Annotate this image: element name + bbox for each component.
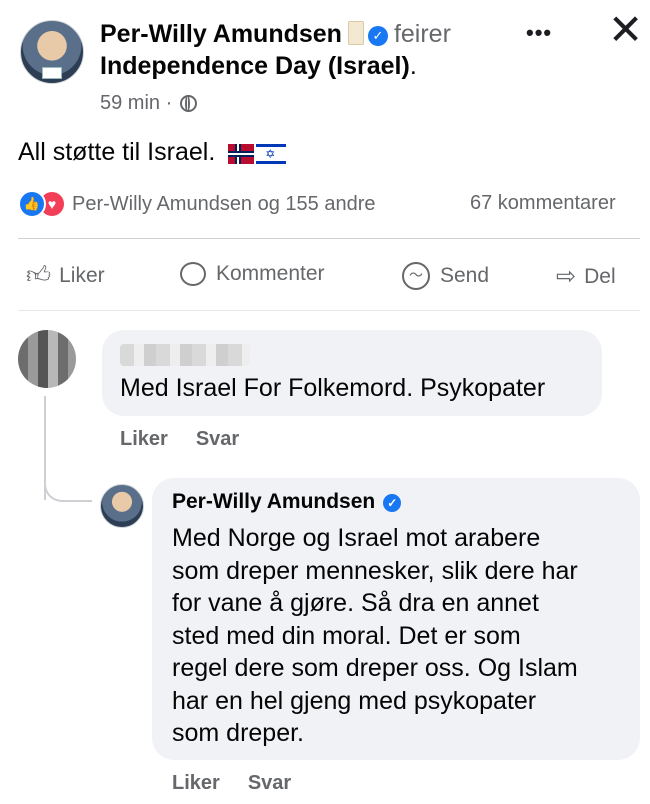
flags: ✡ bbox=[228, 142, 287, 171]
divider bbox=[18, 310, 640, 311]
event-suffix: . bbox=[409, 52, 417, 80]
post-text: All støtte til Israel. ✡ bbox=[18, 138, 287, 171]
author-name[interactable]: Per-Willy Amundsen bbox=[100, 20, 342, 48]
israel-flag-icon bbox=[42, 67, 62, 79]
post-meta: 59 min · bbox=[100, 92, 197, 115]
post-time[interactable]: 59 min · bbox=[100, 92, 172, 114]
close-icon[interactable]: ✕ bbox=[608, 8, 643, 52]
reply-author-avatar[interactable] bbox=[100, 484, 144, 528]
comment-button[interactable]: Kommenter bbox=[180, 262, 325, 286]
comment-bubble bbox=[102, 330, 602, 416]
commenter-name-redacted bbox=[120, 344, 250, 366]
like-icon: 👍︎ bbox=[26, 262, 52, 289]
send-label: Send bbox=[440, 264, 490, 287]
comment-reply-button[interactable]: Svar bbox=[196, 428, 239, 450]
share-label: Del bbox=[584, 264, 616, 288]
comment-text: Med Israel For Folkemord. Psykopater bbox=[120, 374, 546, 402]
share-icon: ⇨ bbox=[556, 263, 577, 290]
feeling-text: feirer bbox=[393, 20, 451, 48]
reply-reply-button[interactable]: Svar bbox=[248, 772, 291, 794]
verified-icon: ✓ bbox=[367, 26, 388, 46]
globe-icon bbox=[179, 95, 197, 112]
send-button[interactable]: 〜 Send bbox=[402, 262, 489, 290]
feeling-icon bbox=[347, 21, 364, 45]
verified-icon: ✓ bbox=[383, 494, 402, 512]
comment-actions: Liker Svar bbox=[120, 428, 267, 451]
reply-text: Med Norge og Israel mot arabere som drep… bbox=[172, 524, 578, 747]
comment-like-button[interactable]: Liker bbox=[120, 428, 168, 450]
reactions-summary[interactable]: 👍 ♥ Per-Willy Amundsen og 155 andre bbox=[18, 190, 376, 218]
divider bbox=[18, 238, 640, 239]
share-button[interactable]: ⇨ Del bbox=[556, 262, 616, 291]
reply-author-name[interactable]: Per-Willy Amundsen bbox=[172, 490, 375, 513]
event-name[interactable]: Independence Day (Israel) bbox=[100, 52, 410, 80]
israel-flag-icon: ✡ bbox=[256, 144, 287, 164]
comment-icon bbox=[180, 262, 206, 286]
messenger-icon: 〜 bbox=[402, 262, 430, 290]
like-label: Liker bbox=[59, 264, 105, 287]
thread-connector bbox=[44, 466, 92, 502]
reply-author: Per-Willy Amundsen ✓ bbox=[172, 490, 402, 514]
reply-like-button[interactable]: Liker bbox=[172, 772, 220, 794]
like-button[interactable]: 👍︎ Liker bbox=[26, 262, 105, 290]
like-reaction-icon: 👍 bbox=[18, 190, 46, 218]
comment-label: Kommenter bbox=[216, 262, 325, 285]
author-avatar[interactable] bbox=[20, 20, 84, 84]
commenter-avatar[interactable] bbox=[18, 330, 76, 388]
reply-actions: Liker Svar bbox=[172, 772, 319, 795]
comments-count[interactable]: 67 kommentarer bbox=[470, 192, 616, 215]
post-body: All støtte til Israel. bbox=[18, 138, 216, 166]
more-icon[interactable]: ••• bbox=[526, 20, 552, 46]
reactions-text: Per-Willy Amundsen og 155 andre bbox=[72, 192, 376, 215]
post-header: Per-Willy Amundsen ✓ feirer Independence D… bbox=[100, 18, 520, 82]
norway-flag-icon bbox=[228, 144, 255, 164]
